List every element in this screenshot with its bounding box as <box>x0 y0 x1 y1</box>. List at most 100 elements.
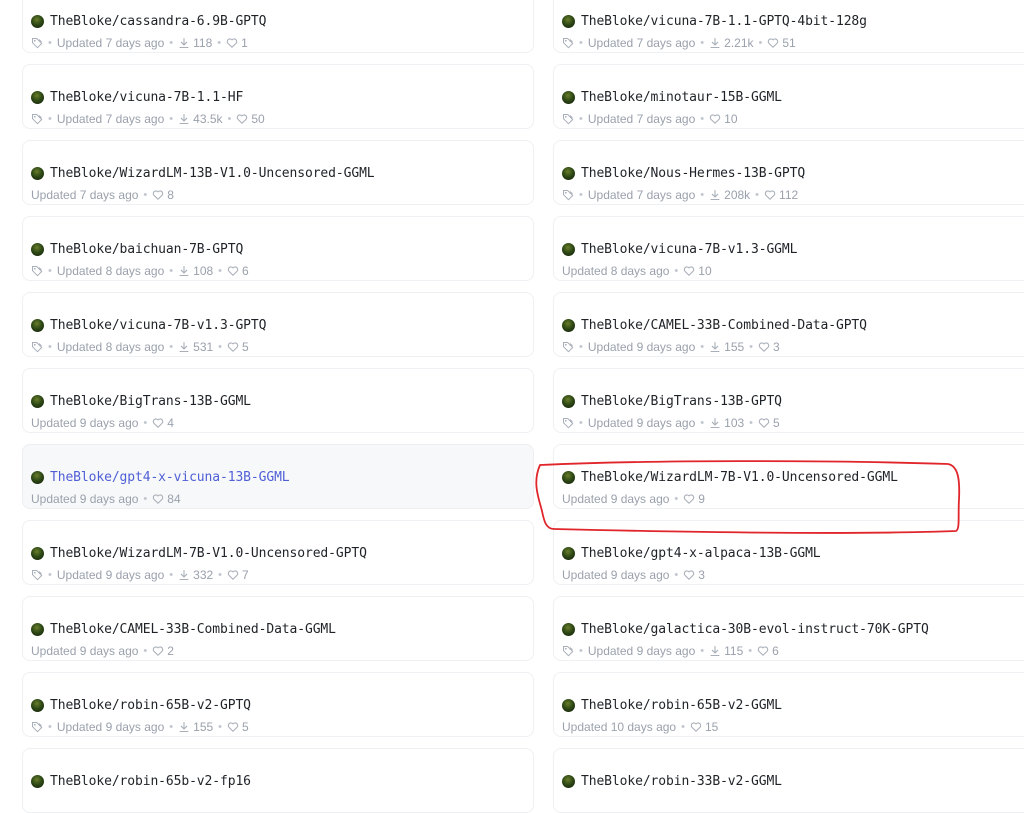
separator-dot: • <box>749 341 754 353</box>
model-card[interactable]: TheBloke/gpt4-x-alpaca-13B-GGML Updated 9… <box>553 520 1024 585</box>
model-card[interactable]: TheBloke/galactica-30B-evol-instruct-70K… <box>553 596 1024 661</box>
separator-dot: • <box>143 417 148 429</box>
model-name-link[interactable]: TheBloke/WizardLM-7B-V1.0-Uncensored-GGM… <box>581 470 898 485</box>
likes-count: 2 <box>167 644 174 658</box>
model-card[interactable]: TheBloke/WizardLM-7B-V1.0-Uncensored-GGM… <box>553 444 1024 509</box>
likes-count: 15 <box>704 720 719 734</box>
downloads-count: 108 <box>193 264 214 278</box>
model-card[interactable]: TheBloke/WizardLM-13B-V1.0-Uncensored-GG… <box>22 140 534 205</box>
model-card[interactable]: TheBloke/vicuna-7B-1.1-GPTQ-4bit-128g • Up… <box>553 0 1024 53</box>
model-name-link[interactable]: TheBloke/robin-65B-v2-GGML <box>581 698 782 713</box>
likes-count: 112 <box>779 188 799 202</box>
separator-dot: • <box>674 569 679 581</box>
updated-time: Updated 7 days ago <box>56 36 165 50</box>
author-avatar <box>562 623 575 636</box>
updated-time: Updated 8 days ago <box>56 340 165 354</box>
model-title-row: TheBloke/robin-65B-v2-GGML <box>562 698 782 713</box>
model-meta-row: • Updated 7 days ago • 43.5k • 50 <box>31 112 265 126</box>
model-card[interactable]: TheBloke/gpt4-x-vicuna-13B-GGML Updated 9… <box>22 444 534 509</box>
model-title-row: TheBloke/WizardLM-7B-V1.0-Uncensored-GPT… <box>31 546 367 561</box>
model-name-link[interactable]: TheBloke/minotaur-15B-GGML <box>581 90 782 105</box>
model-name-link[interactable]: TheBloke/Nous-Hermes-13B-GPTQ <box>581 166 805 181</box>
model-card[interactable]: TheBloke/Nous-Hermes-13B-GPTQ • Updated 7 … <box>553 140 1024 205</box>
likes-count: 6 <box>242 264 249 278</box>
model-card[interactable]: TheBloke/BigTrans-13B-GGML Updated 9 days… <box>22 368 534 433</box>
text-generation-icon <box>31 721 43 733</box>
model-name-link[interactable]: TheBloke/baichuan-7B-GPTQ <box>50 242 243 257</box>
author-avatar <box>562 547 575 560</box>
model-name-link[interactable]: TheBloke/cassandra-6.9B-GPTQ <box>50 14 266 29</box>
separator-dot: • <box>749 417 754 429</box>
likes-count: 3 <box>773 340 780 354</box>
model-name-link[interactable]: TheBloke/gpt4-x-vicuna-13B-GGML <box>50 470 290 485</box>
heart-icon <box>152 189 164 201</box>
updated-time: Updated 7 days ago <box>587 36 696 50</box>
downloads-stat: 43.5k <box>178 112 223 126</box>
model-name-link[interactable]: TheBloke/BigTrans-13B-GGML <box>50 394 251 409</box>
separator-dot: • <box>579 645 583 657</box>
download-icon <box>178 341 190 353</box>
model-card[interactable]: TheBloke/robin-65B-v2-GPTQ • Updated 9 day… <box>22 672 534 737</box>
author-avatar <box>31 775 44 788</box>
download-icon <box>178 37 190 49</box>
model-card[interactable]: TheBloke/baichuan-7B-GPTQ • Updated 8 days… <box>22 216 534 281</box>
model-name-link[interactable]: TheBloke/vicuna-7B-1.1-HF <box>50 90 243 105</box>
author-avatar <box>31 319 44 332</box>
author-avatar <box>562 699 575 712</box>
separator-dot: • <box>674 265 679 277</box>
model-name-link[interactable]: TheBloke/BigTrans-13B-GPTQ <box>581 394 782 409</box>
model-card[interactable]: TheBloke/robin-33B-v2-GGML <box>553 748 1024 813</box>
model-name-link[interactable]: TheBloke/WizardLM-7B-V1.0-Uncensored-GPT… <box>50 546 367 561</box>
model-card[interactable]: TheBloke/vicuna-7B-v1.3-GPTQ • Updated 8 d… <box>22 292 534 357</box>
heart-icon <box>152 417 164 429</box>
model-card[interactable]: TheBloke/BigTrans-13B-GPTQ • Updated 9 day… <box>553 368 1024 433</box>
model-name-link[interactable]: TheBloke/galactica-30B-evol-instruct-70K… <box>581 622 929 637</box>
separator-dot: • <box>48 265 52 277</box>
model-card[interactable]: TheBloke/WizardLM-7B-V1.0-Uncensored-GPT… <box>22 520 534 585</box>
model-card[interactable]: TheBloke/vicuna-7B-v1.3-GGML Updated 8 da… <box>553 216 1024 281</box>
heart-icon <box>226 37 238 49</box>
likes-stat: 8 <box>152 188 174 202</box>
heart-icon <box>709 113 721 125</box>
downloads-count: 155 <box>724 340 745 354</box>
updated-time: Updated 7 days ago <box>587 112 696 126</box>
downloads-stat: 332 <box>178 568 213 582</box>
separator-dot: • <box>700 189 705 201</box>
model-card[interactable]: TheBloke/CAMEL-33B-Combined-Data-GGML Upd… <box>22 596 534 661</box>
separator-dot: • <box>748 645 753 657</box>
heart-icon <box>758 341 770 353</box>
model-name-link[interactable]: TheBloke/robin-65B-v2-GPTQ <box>50 698 251 713</box>
model-name-link[interactable]: TheBloke/vicuna-7B-v1.3-GPTQ <box>50 318 266 333</box>
model-name-link[interactable]: TheBloke/gpt4-x-alpaca-13B-GGML <box>581 546 821 561</box>
model-card[interactable]: TheBloke/minotaur-15B-GGML • Updated 7 day… <box>553 64 1024 129</box>
separator-dot: • <box>674 493 679 505</box>
model-card[interactable]: TheBloke/cassandra-6.9B-GPTQ • Updated 7 d… <box>22 0 534 53</box>
heart-icon <box>227 341 239 353</box>
model-name-link[interactable]: TheBloke/WizardLM-13B-V1.0-Uncensored-GG… <box>50 166 375 181</box>
heart-icon <box>227 569 239 581</box>
model-card[interactable]: TheBloke/vicuna-7B-1.1-HF • Updated 7 days… <box>22 64 534 129</box>
likes-count: 50 <box>251 112 265 126</box>
separator-dot: • <box>169 721 174 733</box>
model-name-link[interactable]: TheBloke/vicuna-7B-v1.3-GGML <box>581 242 797 257</box>
updated-time: Updated 9 days ago <box>587 644 696 658</box>
updated-time: Updated 9 days ago <box>587 416 696 430</box>
model-name-link[interactable]: TheBloke/CAMEL-33B-Combined-Data-GPTQ <box>581 318 867 333</box>
likes-stat: 84 <box>152 492 181 506</box>
model-name-link[interactable]: TheBloke/robin-33B-v2-GGML <box>581 774 782 789</box>
separator-dot: • <box>579 189 583 201</box>
downloads-stat: 155 <box>178 720 213 734</box>
separator-dot: • <box>218 265 223 277</box>
model-card[interactable]: TheBloke/robin-65B-v2-GGML Updated 10 day… <box>553 672 1024 737</box>
downloads-stat: 2.21k <box>709 36 754 50</box>
model-card[interactable]: TheBloke/robin-65b-v2-fp16 <box>22 748 534 813</box>
model-title-row: TheBloke/vicuna-7B-1.1-HF <box>31 90 243 105</box>
download-icon <box>709 341 721 353</box>
model-name-link[interactable]: TheBloke/CAMEL-33B-Combined-Data-GGML <box>50 622 336 637</box>
model-name-link[interactable]: TheBloke/vicuna-7B-1.1-GPTQ-4bit-128g <box>581 14 867 29</box>
model-card[interactable]: TheBloke/CAMEL-33B-Combined-Data-GPTQ • Up… <box>553 292 1024 357</box>
model-title-row: TheBloke/robin-65b-v2-fp16 <box>31 774 251 789</box>
model-name-link[interactable]: TheBloke/robin-65b-v2-fp16 <box>50 774 251 789</box>
updated-time: Updated 9 days ago <box>562 568 670 582</box>
likes-stat: 5 <box>227 720 249 734</box>
